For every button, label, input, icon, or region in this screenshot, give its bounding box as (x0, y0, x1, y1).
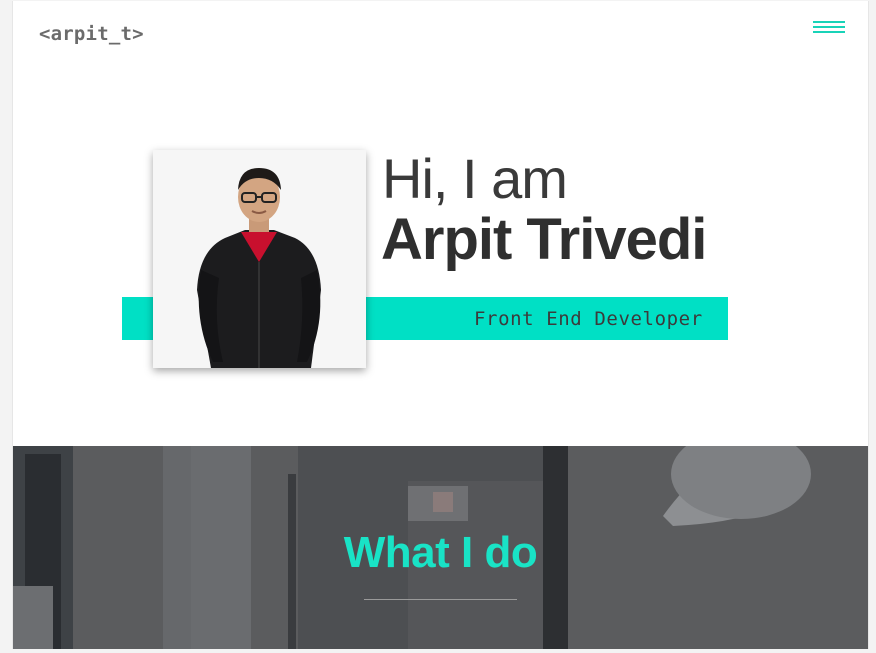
page-frame: <arpit_t> Front End Developer Hi, I am A… (12, 1, 869, 649)
what-i-do-section: What I do (13, 446, 868, 649)
hero-greeting: Hi, I am (382, 147, 568, 210)
section-title: What I do (343, 528, 538, 577)
menu-line (813, 26, 845, 28)
profile-photo (153, 150, 366, 368)
menu-line (813, 31, 845, 33)
job-title: Front End Developer (474, 308, 703, 330)
profile-photo-image (153, 150, 366, 368)
section-divider (364, 599, 517, 600)
menu-line (813, 21, 845, 23)
hero-name: Arpit Trivedi (381, 207, 707, 272)
site-logo[interactable]: <arpit_t> (39, 23, 144, 45)
hamburger-icon[interactable] (813, 19, 845, 35)
